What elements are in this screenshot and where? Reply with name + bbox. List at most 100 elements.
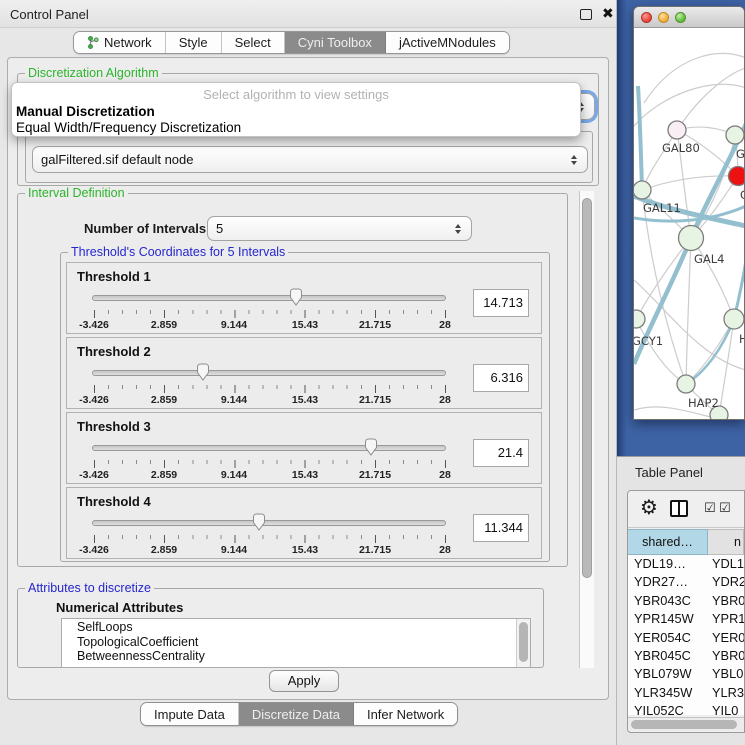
checkbox-icon[interactable]: ☑ bbox=[719, 500, 731, 516]
table-data-group: Table Data galFiltered.sif default node bbox=[25, 131, 593, 183]
node-label: GAL11 bbox=[643, 201, 681, 215]
checkbox-icon[interactable]: ☑ bbox=[704, 500, 716, 516]
tab-infer-network-label: Infer Network bbox=[367, 707, 444, 722]
scrollbar-thumb[interactable] bbox=[582, 198, 592, 578]
node-label: H bbox=[739, 332, 745, 346]
table-horizontal-scrollbar[interactable] bbox=[628, 717, 744, 731]
node-label: GCY1 bbox=[634, 334, 663, 348]
slider-handle[interactable] bbox=[363, 438, 379, 457]
settings-scrollbar[interactable] bbox=[579, 191, 594, 668]
number-of-intervals-combobox[interactable]: 5 bbox=[207, 216, 472, 241]
threshold-3-panel: Threshold 3 -3.426 2.859 9.144 bbox=[66, 412, 542, 484]
threshold-2-panel: Threshold 2 -3.426 2.859 9.144 bbox=[66, 337, 542, 409]
threshold-3-slider[interactable] bbox=[94, 437, 444, 459]
column-header-shared-name[interactable]: shared… bbox=[628, 529, 708, 555]
slider-track[interactable] bbox=[92, 520, 446, 526]
node-selected-red[interactable] bbox=[729, 167, 745, 186]
threshold-2-slider[interactable] bbox=[94, 362, 444, 384]
table-row[interactable]: YBR043CYBR0 bbox=[628, 592, 744, 610]
tab-cyni-toolbox[interactable]: Cyni Toolbox bbox=[285, 32, 386, 53]
list-item[interactable]: BetweennessCentrality bbox=[62, 648, 530, 663]
tab-style[interactable]: Style bbox=[166, 32, 222, 53]
scrollbar-thumb[interactable] bbox=[631, 720, 737, 729]
float-window-icon[interactable] bbox=[580, 9, 592, 20]
mac-minimize-icon[interactable] bbox=[658, 12, 669, 23]
slider-track[interactable] bbox=[92, 370, 446, 376]
node-gcy1[interactable] bbox=[634, 310, 645, 328]
slider-tick-labels: -3.426 2.859 9.144 15.43 21.715 28 bbox=[94, 319, 446, 331]
numerical-attributes-label: Numerical Attributes bbox=[56, 600, 183, 615]
column-header-name[interactable]: n bbox=[708, 529, 744, 555]
table-row[interactable]: YBR045CYBR0 bbox=[628, 647, 744, 665]
table-toolbar: ⚙ ☑ ☑ bbox=[628, 491, 744, 528]
table-row[interactable]: YDR27…YDR2 bbox=[628, 573, 744, 591]
mac-zoom-icon[interactable] bbox=[675, 12, 686, 23]
slider-track[interactable] bbox=[92, 295, 446, 301]
table-row[interactable]: YDL19…YDL1 bbox=[628, 555, 744, 573]
threshold-2-value-field[interactable]: 6.316 bbox=[473, 364, 529, 392]
node-hap2[interactable] bbox=[677, 375, 695, 393]
tab-impute-data[interactable]: Impute Data bbox=[141, 703, 239, 725]
number-of-intervals-label: Number of Intervals bbox=[84, 221, 206, 236]
tab-style-label: Style bbox=[179, 35, 208, 50]
node-gal80[interactable] bbox=[668, 121, 686, 139]
tab-network[interactable]: Network bbox=[74, 32, 166, 53]
numerical-attributes-list[interactable]: SelfLoops TopologicalCoefficient Between… bbox=[61, 618, 531, 668]
threshold-2-label: Threshold 2 bbox=[77, 344, 151, 359]
slider-handle[interactable] bbox=[251, 513, 267, 532]
interval-definition-title: Interval Definition bbox=[25, 186, 128, 200]
threshold-1-value-field[interactable]: 14.713 bbox=[473, 289, 529, 317]
number-of-intervals-value: 5 bbox=[216, 221, 223, 236]
table-row[interactable]: YBL079WYBL0 bbox=[628, 665, 744, 683]
dropdown-item-manual-discretization[interactable]: Manual Discretization bbox=[16, 104, 155, 119]
tab-network-label: Network bbox=[104, 35, 152, 50]
tab-select[interactable]: Select bbox=[222, 32, 285, 53]
control-panel-window: Control Panel ✖ Network Style Select Cyn… bbox=[0, 0, 617, 745]
scrollbar-thumb[interactable] bbox=[519, 622, 528, 662]
tab-select-label: Select bbox=[235, 35, 271, 50]
application-root: Control Panel ✖ Network Style Select Cyn… bbox=[0, 0, 745, 745]
tab-discretize-data[interactable]: Discretize Data bbox=[239, 703, 354, 725]
tab-jactivemnodules[interactable]: jActiveMNodules bbox=[386, 32, 509, 53]
split-view-icon[interactable] bbox=[670, 500, 688, 517]
threshold-4-value-field[interactable]: 11.344 bbox=[473, 514, 529, 542]
threshold-4-label: Threshold 4 bbox=[77, 494, 151, 509]
combo-arrows-icon bbox=[455, 224, 461, 234]
network-canvas[interactable]: GAL80 GA C GAL11 GAL4 GCY1 H HAP2 bbox=[634, 28, 745, 420]
threshold-4-slider[interactable] bbox=[94, 512, 444, 534]
table-row[interactable]: YER054CYER0 bbox=[628, 629, 744, 647]
node-gal11[interactable] bbox=[634, 181, 651, 199]
table-data-value: galFiltered.sif default node bbox=[41, 152, 193, 167]
threshold-1-slider[interactable] bbox=[94, 287, 444, 309]
threshold-4-panel: Threshold 4 -3.426 2.859 9.144 bbox=[66, 487, 542, 559]
gear-icon[interactable]: ⚙ bbox=[640, 495, 658, 520]
dropdown-placeholder-item[interactable]: Select algorithm to view settings bbox=[12, 87, 580, 102]
list-item[interactable]: SelfLoops bbox=[62, 619, 530, 634]
slider-handle[interactable] bbox=[288, 288, 304, 307]
slider-tick-labels: -3.426 2.859 9.144 15.43 21.715 28 bbox=[94, 394, 446, 406]
node-partial-right[interactable] bbox=[724, 309, 744, 329]
node-partial-top[interactable] bbox=[726, 126, 744, 144]
network-view-window: GAL80 GA C GAL11 GAL4 GCY1 H HAP2 bbox=[633, 6, 745, 420]
node-label: GA bbox=[736, 147, 745, 161]
dropdown-item-equal-width-frequency[interactable]: Equal Width/Frequency Discretization bbox=[16, 120, 241, 135]
network-tab-icon bbox=[87, 36, 99, 49]
mac-close-icon[interactable] bbox=[641, 12, 652, 23]
close-icon[interactable]: ✖ bbox=[602, 5, 614, 22]
table-body[interactable]: YDL19…YDL1 YDR27…YDR2 YBR043CYBR0 YPR145… bbox=[628, 555, 744, 715]
slider-track[interactable] bbox=[92, 445, 446, 451]
list-scrollbar[interactable] bbox=[516, 619, 530, 667]
table-row[interactable]: YIL052CYIL0 bbox=[628, 702, 744, 715]
slider-handle[interactable] bbox=[195, 363, 211, 382]
threshold-3-value-field[interactable]: 21.4 bbox=[473, 439, 529, 467]
table-row[interactable]: YLR345WYLR3 bbox=[628, 684, 744, 702]
list-item[interactable]: TopologicalCoefficient bbox=[62, 634, 530, 649]
algorithm-dropdown-popup: Select algorithm to view settings Manual… bbox=[11, 82, 581, 137]
tab-infer-network[interactable]: Infer Network bbox=[354, 703, 457, 725]
apply-button[interactable]: Apply bbox=[269, 670, 339, 692]
network-graph: GAL80 GA C GAL11 GAL4 GCY1 H HAP2 bbox=[634, 28, 745, 420]
node-gal4[interactable] bbox=[679, 226, 704, 251]
table-data-combobox[interactable]: galFiltered.sif default node bbox=[32, 146, 588, 173]
discretization-algorithm-title: Discretization Algorithm bbox=[25, 66, 162, 80]
table-row[interactable]: YPR145WYPR1 bbox=[628, 610, 744, 628]
